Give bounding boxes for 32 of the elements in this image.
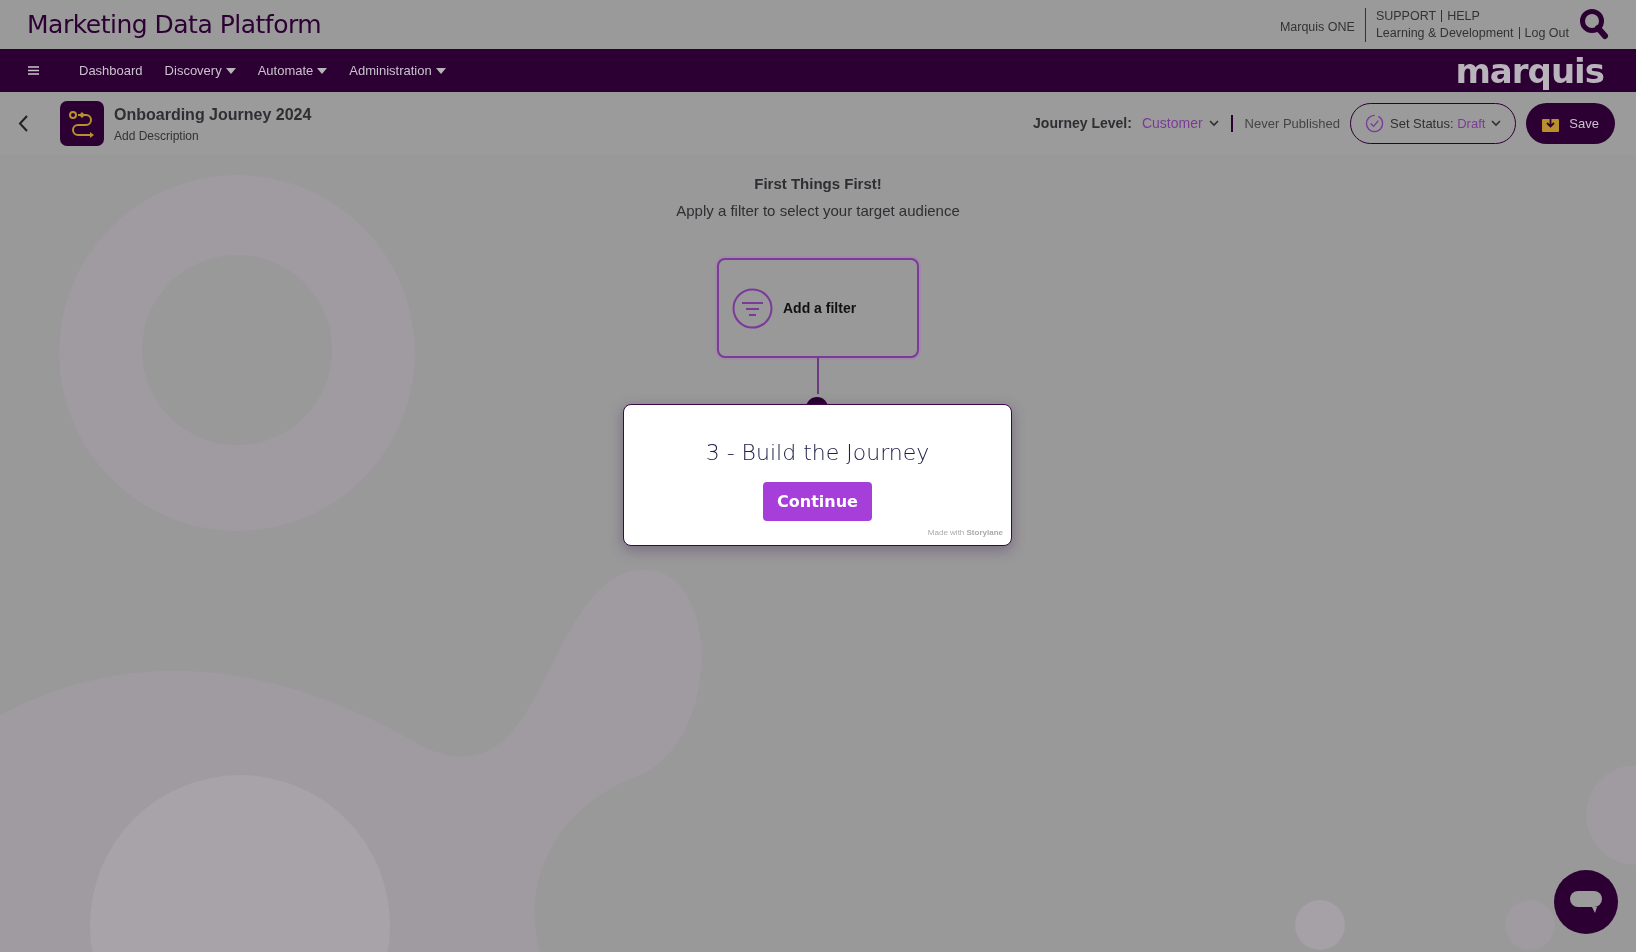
chat-icon [1570,889,1602,915]
nav-menu-item[interactable]: Automate [257,60,328,81]
app-title: Marketing Data Platform [27,8,322,41]
back-icon[interactable] [18,115,28,132]
journey-level-label: Journey Level: [1033,114,1132,133]
chevron-down-icon [1208,120,1219,127]
account-link[interactable]: Marquis ONE [1279,17,1365,37]
search-icon[interactable] [1579,7,1609,42]
save-button[interactable]: Save [1526,103,1615,144]
nav-menu-item[interactable]: Discovery [164,60,236,81]
add-filter-node[interactable]: Add a filter [717,258,919,358]
add-description-link[interactable]: Add Description [114,126,312,145]
journey-icon [60,101,104,146]
menu-icon[interactable] [28,66,39,75]
logout-link[interactable]: Log Out [1524,24,1569,42]
canvas-heading: First Things First! [754,174,882,194]
nav-menu-item[interactable]: Administration [349,60,446,81]
storylane-credit: Made with Storylane [927,527,1003,539]
journey-level-dropdown[interactable]: Customer [1141,113,1219,134]
canvas-subheading: Apply a filter to select your target audience [676,200,960,221]
popup-title: 3 - Build the Journey [705,439,930,467]
nav-menu-item[interactable]: Dashboard [79,60,143,81]
publish-status: Never Published [1244,114,1340,133]
brand-logo: marquis [1455,53,1604,88]
help-link[interactable]: HELP [1447,7,1480,25]
check-circle-icon [1365,114,1384,133]
filter-icon [732,287,773,329]
journey-title: Onboarding Journey 2024 [114,104,312,125]
learning-link[interactable]: Learning & Development [1375,24,1514,42]
chevron-down-icon [1491,120,1502,127]
continue-button[interactable]: Continue [763,482,872,521]
support-link[interactable]: SUPPORT [1375,7,1437,25]
